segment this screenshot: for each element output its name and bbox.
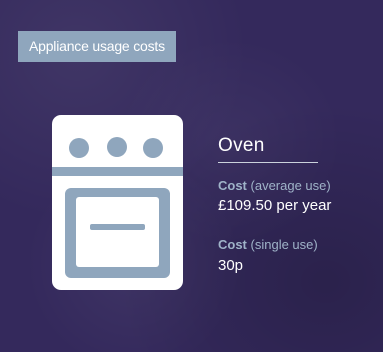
cost-single-label: Cost (single use) [218, 237, 318, 252]
divider [218, 162, 318, 163]
oven-icon [52, 115, 183, 290]
cost-average-value: £109.50 per year [218, 197, 332, 214]
cost-average-heading: Cost [218, 178, 247, 193]
appliance-cost-card: Appliance usage costs Oven Cost (average… [0, 0, 383, 352]
cost-average-qualifier: (average use) [250, 178, 331, 193]
cost-average-label: Cost (average use) [218, 178, 331, 193]
cost-single-heading: Cost [218, 237, 247, 252]
cost-single-qualifier: (single use) [250, 237, 318, 252]
cost-single-value: 30p [218, 257, 244, 274]
category-tag: Appliance usage costs [18, 31, 176, 62]
appliance-name: Oven [218, 135, 265, 156]
